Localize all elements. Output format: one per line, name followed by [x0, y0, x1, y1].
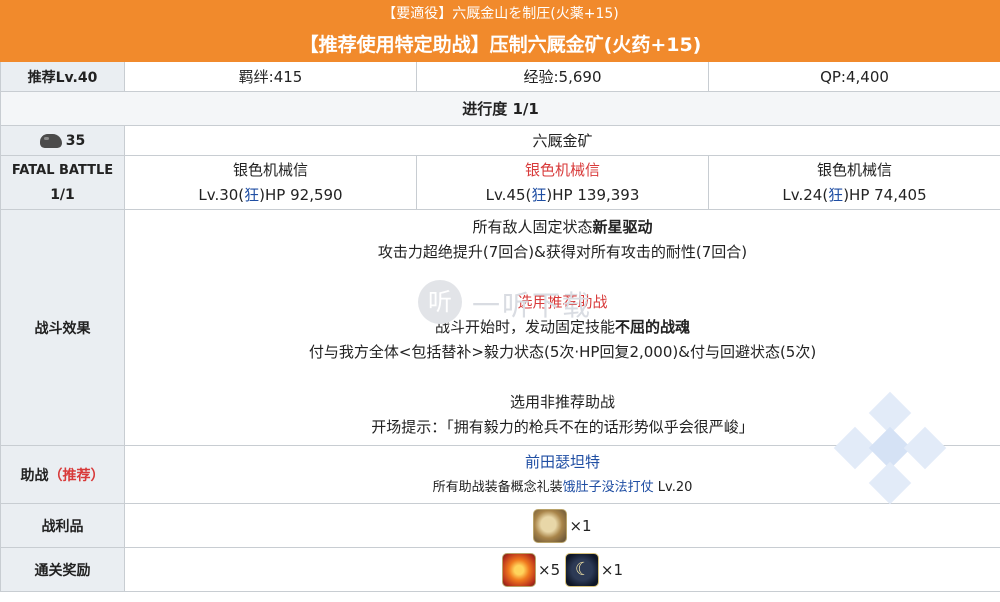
reward-count: ×1: [600, 560, 624, 579]
fatal-battle-title: FATAL BATTLE: [11, 162, 114, 178]
recommend-level: 推荐Lv.40: [0, 61, 125, 92]
progress-header: 进行度 1/1: [0, 91, 1000, 126]
enemy-hp: )HP 139,393: [546, 185, 640, 204]
support-label-text: 助战: [20, 467, 49, 484]
enemy-class: 狂: [244, 185, 260, 204]
effect-line-5: 付与我方全体<包括替补>毅力状态(5次·HP回复2,000)&付与回避状态(5次…: [308, 343, 817, 361]
enemy-name: 银色机械信: [817, 160, 893, 179]
shell-material-icon[interactable]: [533, 508, 568, 543]
support-info: 前田瑟坦特 所有助战装备概念礼装饿肚子没法打仗 Lv.20: [123, 445, 1000, 504]
fatal-battle-label: FATAL BATTLE 1/1: [0, 155, 125, 210]
support-ce-level: Lv.20: [653, 479, 693, 495]
enemy-class: 狂: [828, 185, 844, 204]
reward-count: ×5: [538, 560, 561, 579]
support-recommend-tag: （推荐）: [48, 467, 105, 484]
enemy-hp: )HP 92,590: [259, 185, 343, 204]
enemy-level: Lv.24(: [782, 185, 829, 204]
effect-opening-hint: 开场提示：「拥有毅力的枪兵不在的话形势似乎会很严峻」: [371, 418, 754, 436]
moon-material-icon[interactable]: [564, 552, 599, 587]
enemy-level: Lv.30(: [198, 185, 245, 204]
enemy-name: 银色机械信: [524, 160, 600, 179]
enemy-name: 银色机械信: [232, 160, 308, 179]
effect-skill-spirit: 不屈的战魂: [615, 318, 691, 336]
enemy-3: 银色机械信 Lv.24(狂)HP 74,405: [707, 155, 1000, 210]
exp-value: 经验:5,690: [416, 61, 709, 92]
rewards-list: ×5 ×1: [123, 547, 1000, 592]
support-servant-link[interactable]: 前田瑟坦特: [125, 450, 1000, 475]
effect-skill-nova: 新星驱动: [592, 218, 653, 236]
drops-list: ×1: [123, 503, 1000, 548]
stage-name: 六厩金矿: [123, 125, 1000, 156]
reward-item[interactable]: ×5: [502, 552, 561, 587]
rewards-label: 通关奖励: [0, 547, 125, 592]
drops-label: 战利品: [0, 503, 125, 548]
effect-recommended-support: 选用推荐助战: [517, 293, 608, 311]
enemy-level: Lv.45(: [485, 185, 532, 204]
enemy-hp: )HP 74,405: [843, 185, 927, 204]
quest-table: 【要適役】六厩金山を制圧(火薬+15) 【推荐使用特定助战】压制六厩金矿(火药+…: [0, 0, 1000, 592]
drop-item[interactable]: ×1: [533, 508, 592, 543]
effect-line-4: 战斗开始时，发动固定技能: [435, 318, 616, 336]
support-ce-text: 所有助战装备概念礼装: [432, 479, 563, 495]
enemy-class: 狂: [531, 185, 547, 204]
ap-stone-icon: [39, 133, 62, 148]
qp-value: QP:4,400: [707, 61, 1000, 92]
support-label: 助战（推荐）: [0, 445, 125, 504]
battle-effects: 所有敌人固定状态新星驱动 攻击力超绝提升(7回合)&获得对所有攻击的耐性(7回合…: [123, 209, 1000, 446]
fatal-battle-wave: 1/1: [50, 186, 75, 203]
fire-gem-icon[interactable]: [502, 552, 536, 587]
enemy-1: 银色机械信 Lv.30(狂)HP 92,590: [124, 155, 417, 210]
ap-cost: 35: [65, 132, 86, 149]
effect-nonrecommended-support: 选用非推荐助战: [510, 393, 616, 411]
enemy-2: 银色机械信 Lv.45(狂)HP 139,393: [416, 155, 709, 210]
bond-value: 羁绊:415: [124, 61, 417, 92]
ap-cost-cell: 35: [0, 125, 125, 156]
reward-item[interactable]: ×1: [564, 552, 624, 587]
support-ce-link[interactable]: 饿肚子没法打仗: [563, 480, 654, 495]
quest-jp-title: 【要適役】六厩金山を制圧(火薬+15): [0, 0, 1000, 26]
drop-count: ×1: [569, 516, 592, 535]
effect-line-2: 攻击力超绝提升(7回合)&获得对所有攻击的耐性(7回合): [377, 243, 748, 261]
effect-line-1: 所有敌人固定状态: [472, 218, 593, 236]
battle-effects-label: 战斗效果: [0, 209, 125, 446]
quest-cn-title: 【推荐使用特定助战】压制六厩金矿(火药+15): [0, 25, 1000, 62]
